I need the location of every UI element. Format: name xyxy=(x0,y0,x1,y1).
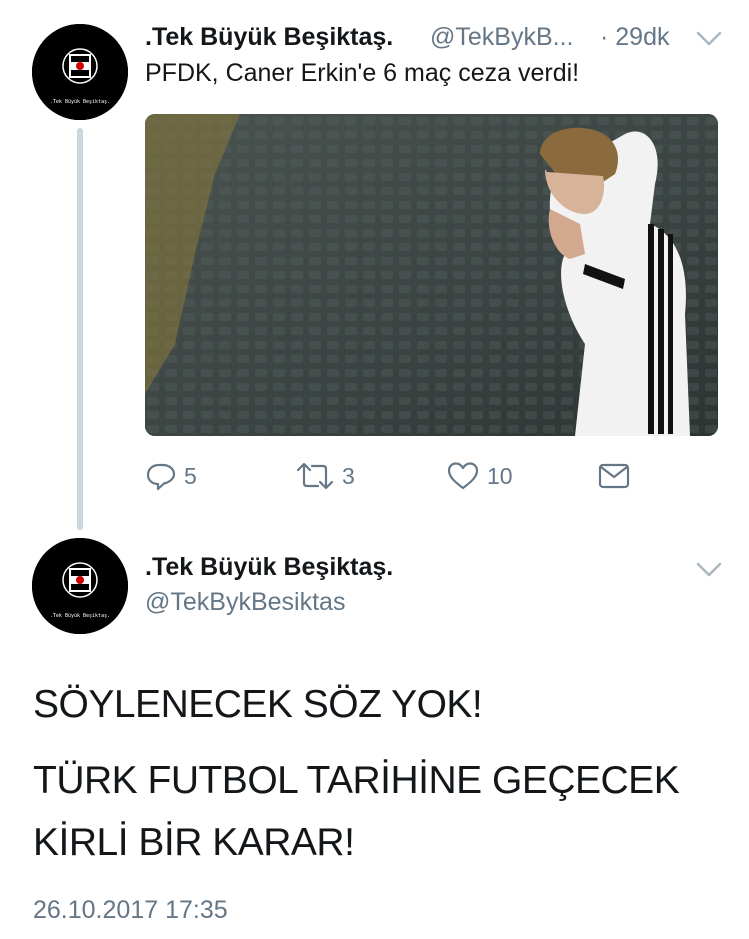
tweet-text: PFDK, Caner Erkin'e 6 maç ceza verdi! xyxy=(145,59,580,87)
author-handle[interactable]: @TekBykB... xyxy=(430,23,573,52)
retweet-button[interactable]: 3 xyxy=(296,458,355,494)
tweet-text-line-1: SÖYLENECEK SÖZ YOK! xyxy=(33,683,483,726)
retweet-count: 3 xyxy=(342,462,355,489)
bjk-logo-icon: .Tek Büyük Beşiktaş. xyxy=(32,24,128,120)
author-name[interactable]: .Tek Büyük Beşiktaş. xyxy=(145,23,393,52)
thread-connector-line xyxy=(77,128,83,530)
svg-text:.Tek Büyük Beşiktaş.: .Tek Büyük Beşiktaş. xyxy=(50,99,110,105)
like-button[interactable]: 10 xyxy=(447,458,513,494)
author-handle[interactable]: @TekBykBesiktas xyxy=(145,588,345,617)
tweet-timestamp[interactable]: 26.10.2017 17:35 xyxy=(33,896,228,925)
tweet-photo[interactable] xyxy=(145,114,718,436)
avatar[interactable]: .Tek Büyük Beşiktaş. xyxy=(32,538,128,634)
reply-button[interactable]: 5 xyxy=(146,458,197,494)
tweet-time[interactable]: · 29dk xyxy=(600,23,669,52)
like-icon xyxy=(447,462,479,490)
svg-text:.Tek Büyük Beşiktaş.: .Tek Büyük Beşiktaş. xyxy=(50,613,110,619)
retweet-icon xyxy=(296,462,334,490)
direct-message-button[interactable] xyxy=(598,458,630,494)
chevron-down-icon[interactable] xyxy=(695,29,723,49)
avatar[interactable]: .Tek Büyük Beşiktaş. xyxy=(32,24,128,120)
like-count: 10 xyxy=(487,462,513,489)
tweet-text-line-2: TÜRK FUTBOL TARİHİNE GEÇECEK xyxy=(33,759,680,802)
chevron-down-icon[interactable] xyxy=(695,560,723,580)
direct-message-icon xyxy=(598,463,630,489)
reply-icon xyxy=(146,463,176,491)
bjk-logo-icon: .Tek Büyük Beşiktaş. xyxy=(32,538,128,634)
tweet-text-line-3: KİRLİ BİR KARAR! xyxy=(33,821,355,864)
reply-count: 5 xyxy=(184,462,197,489)
author-name[interactable]: .Tek Büyük Beşiktaş. xyxy=(145,553,393,582)
